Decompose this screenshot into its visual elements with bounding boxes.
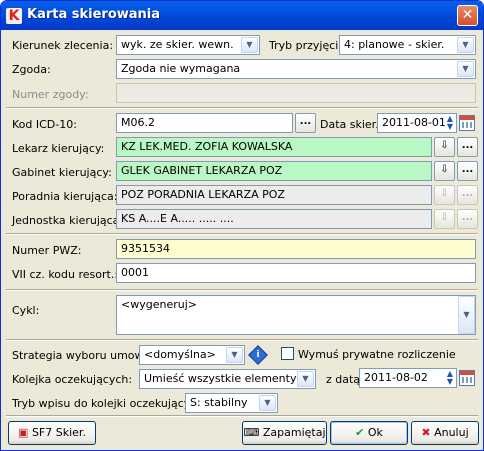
tryb-wpisu-label: Tryb wpisu do kolejki oczekujących:: [12, 397, 207, 410]
kolejka-label: Kolejka oczekujących:: [12, 373, 133, 386]
lekarz-label: Lekarz kierujący:: [12, 142, 105, 155]
spin-updown-icon[interactable]: ▲ ▼: [445, 115, 455, 131]
cykl-label: Cykl:: [12, 304, 40, 317]
anuluj-label: Anuluj: [434, 426, 469, 439]
close-button[interactable]: ✕: [457, 5, 478, 26]
chevron-down-icon[interactable]: ▼: [259, 395, 276, 411]
poradnia-browse-button: ...: [457, 185, 478, 205]
calendar-icon[interactable]: [459, 370, 475, 386]
lekarz-pick-icon[interactable]: ⇩: [434, 137, 455, 157]
separator: [6, 107, 478, 109]
chevron-down-icon[interactable]: ▼: [457, 37, 474, 53]
cancel-x-icon: ✖: [421, 426, 431, 439]
data-skier-label: Data skier.:: [320, 118, 383, 131]
numer-zgody-field[interactable]: [116, 83, 476, 103]
wymus-checkbox[interactable]: [281, 347, 294, 360]
pwz-field[interactable]: 9351534: [116, 239, 476, 259]
chevron-down-icon[interactable]: ▼: [458, 296, 475, 334]
poradnia-label: Poradnia kierująca:: [12, 190, 118, 203]
poradnia-field[interactable]: POZ PORADNIA LEKARZA POZ: [116, 185, 432, 205]
vii-field[interactable]: 0001: [116, 263, 476, 283]
kierunek-select[interactable]: wyk. ze skier. wewn. ▼: [116, 35, 260, 55]
sf7-skier-label: SF7 Skier.: [31, 426, 86, 439]
calendar-icon[interactable]: [459, 115, 475, 131]
data-skier-value: 2011-08-01: [382, 116, 446, 129]
kolejka-select[interactable]: Umieść wszystkie elementy ▼: [139, 369, 316, 389]
chevron-down-icon[interactable]: ▼: [241, 37, 258, 53]
strategia-select[interactable]: <domyślna> ▼: [139, 345, 245, 365]
gabinet-field[interactable]: GLEK GABINET LEKARZA POZ: [116, 161, 432, 181]
anuluj-button[interactable]: ✖ Anuluj: [411, 421, 479, 445]
dialog-window: K Karta skierowania ✕ Kierunek zlecenia:…: [0, 0, 484, 451]
checkmark-icon: ✔: [355, 426, 365, 439]
vii-label: VII cz. kodu resort.:: [12, 268, 119, 281]
separator: [6, 289, 478, 291]
poradnia-pick-icon: ⇩: [434, 185, 455, 205]
zapamietaj-label: Zapamiętaj: [262, 426, 326, 439]
chevron-down-icon[interactable]: ▼: [226, 347, 243, 363]
numer-zgody-label: Numer zgody:: [12, 88, 89, 101]
tryb-wpisu-select[interactable]: S: stabilny ▼: [185, 393, 278, 413]
zgoda-value: Zgoda nie wymagana: [121, 62, 241, 75]
zgoda-select[interactable]: Zgoda nie wymagana ▼: [116, 59, 476, 79]
tryb-select[interactable]: 4: planowe - skier. ▼: [339, 35, 476, 55]
separator: [6, 339, 478, 341]
cykl-field[interactable]: <wygeneruj>: [116, 295, 476, 335]
lekarz-field[interactable]: KZ LEK.MED. ZOFIA KOWALSKA: [116, 137, 432, 157]
sf7-skier-button[interactable]: ▣ SF7 Skier.: [8, 421, 96, 445]
title-bar: K Karta skierowania ✕: [1, 1, 483, 30]
jednostka-field[interactable]: KS A....E A..... ..... ....: [116, 209, 432, 229]
cykl-value: <wygeneruj>: [121, 298, 197, 311]
wymus-label: Wymuś prywatne rozliczenie: [298, 348, 456, 361]
strategia-value: <domyślna>: [144, 348, 216, 361]
kod-icd-field[interactable]: M06.2: [116, 113, 293, 133]
app-icon: K: [6, 8, 22, 24]
gabinet-label: Gabinet kierujący:: [12, 166, 112, 179]
z-data-field[interactable]: 2011-08-02: [359, 368, 457, 388]
separator: [6, 415, 478, 417]
tryb-wpisu-value: S: stabilny: [190, 396, 248, 409]
chevron-down-icon[interactable]: ▼: [457, 61, 474, 77]
edit-card-icon: ▣: [18, 426, 29, 439]
kierunek-value: wyk. ze skier. wewn.: [121, 38, 234, 51]
jednostka-pick-icon: ⇩: [434, 209, 455, 229]
kolejka-value: Umieść wszystkie elementy: [144, 372, 297, 385]
window-title: Karta skierowania: [27, 7, 161, 22]
zgoda-label: Zgoda:: [12, 63, 51, 76]
tryb-value: 4: planowe - skier.: [344, 38, 445, 51]
chevron-down-icon[interactable]: ▼: [297, 371, 314, 387]
save-icon: ⌨: [243, 426, 260, 439]
ok-button[interactable]: ✔ Ok: [330, 421, 408, 445]
spin-updown-icon[interactable]: ▲ ▼: [445, 370, 455, 386]
zapamietaj-button[interactable]: ⌨ Zapamiętaj: [242, 421, 327, 445]
z-data-value: 2011-08-02: [364, 371, 428, 384]
jednostka-browse-button: ...: [457, 209, 478, 229]
kierunek-label: Kierunek zlecenia:: [12, 39, 114, 52]
gabinet-browse-button[interactable]: ...: [457, 161, 478, 181]
strategia-label: Strategia wyboru umowy:: [12, 349, 153, 362]
kod-icd-browse-button[interactable]: ...: [295, 113, 316, 133]
tryb-label: Tryb przyjęcia:: [269, 39, 349, 52]
info-icon[interactable]: i: [248, 345, 268, 365]
lekarz-browse-button[interactable]: ...: [457, 137, 478, 157]
pwz-label: Numer PWZ:: [12, 244, 82, 257]
kod-icd-label: Kod ICD-10:: [12, 118, 77, 131]
jednostka-label: Jednostka kierująca:: [12, 214, 124, 227]
gabinet-pick-icon[interactable]: ⇩: [434, 161, 455, 181]
separator: [6, 233, 478, 235]
ok-label: Ok: [367, 426, 383, 439]
